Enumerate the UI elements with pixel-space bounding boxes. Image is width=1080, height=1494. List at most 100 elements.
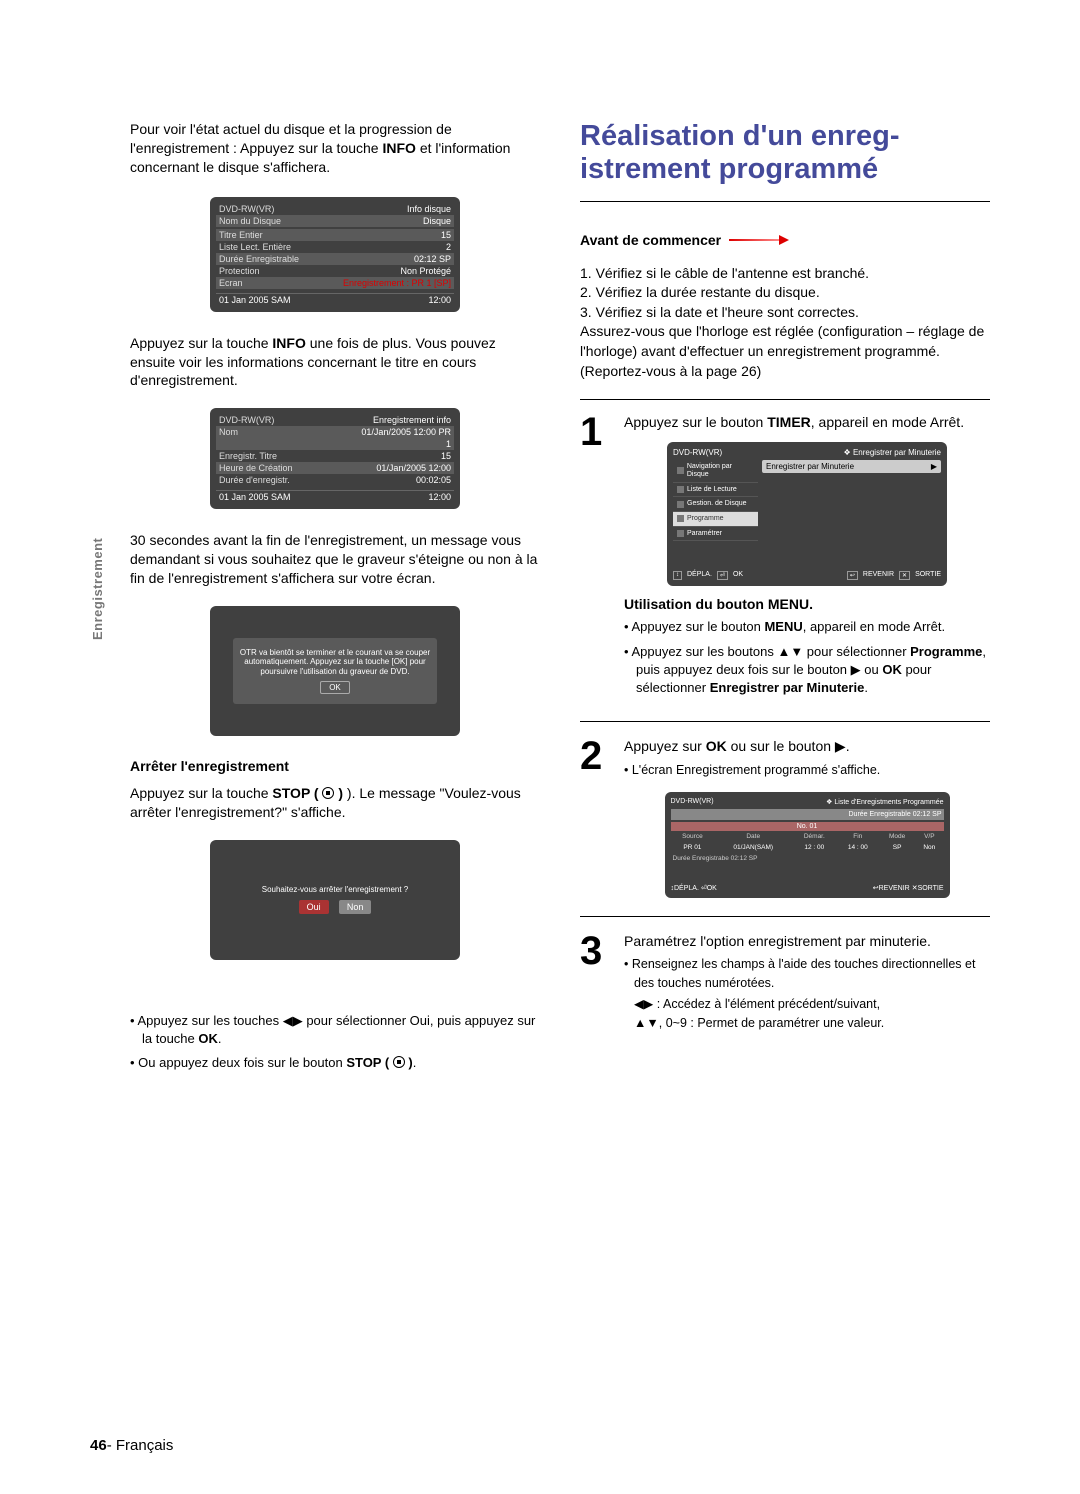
- check-tail: Assurez-vous que l'horloge est réglée (c…: [580, 322, 990, 381]
- osd-title: DVD-RW(VR): [219, 204, 274, 214]
- menu-bold: MENU: [764, 619, 802, 634]
- v: Enregistrement : PR 1 [SP]: [343, 278, 451, 288]
- bullet-1: Appuyez sur les touches ◀▶ pour sélectio…: [130, 1012, 540, 1048]
- v: Non Protégé: [400, 266, 451, 276]
- osd-time: 12:00: [428, 295, 451, 305]
- osd-title: DVD-RW(VR): [219, 415, 274, 425]
- t: Appuyez sur le bouton: [624, 414, 767, 430]
- avant-label: Avant de commencer: [580, 232, 721, 248]
- f: OK: [733, 571, 743, 580]
- f: REVENIR: [879, 885, 910, 892]
- td: Non: [915, 842, 943, 853]
- timer-bold: TIMER: [767, 414, 811, 430]
- step-3: 3 Paramétrez l'option enregistrement par…: [580, 933, 990, 1051]
- right-arrow-icon: ▶: [931, 462, 937, 471]
- osd-title: DVD-RW(VR): [673, 448, 722, 457]
- t: : Accédez à l'élément précédent/suivant,: [653, 997, 880, 1011]
- up-arrow-icon: ▲: [634, 1016, 646, 1030]
- right-arrow-icon: ▶: [835, 738, 846, 754]
- up-arrow-icon: ▲: [777, 644, 790, 659]
- osd-crumb: Liste d'Enregistments Programmée: [834, 799, 943, 806]
- down-arrow-icon: ▼: [790, 644, 803, 659]
- th: Démar.: [792, 831, 836, 842]
- side-item[interactable]: Navigation par Disque: [687, 463, 754, 478]
- otr-ok-button[interactable]: OK: [320, 681, 350, 695]
- osd-below: Durée Enregistrabe 02:12 SP: [671, 853, 944, 864]
- side-item[interactable]: Liste de Lecture: [687, 486, 737, 494]
- k: Heure de Création: [219, 463, 293, 473]
- stop-no-button[interactable]: Non: [339, 900, 372, 914]
- stop-icon: [393, 1056, 405, 1068]
- osd-disc-info: DVD-RW(VR)Info disque Nom du DisqueDisqu…: [210, 197, 460, 312]
- side-item[interactable]: Programme: [687, 515, 724, 523]
- f: DÉPLA.: [687, 571, 712, 580]
- td: 12 : 00: [792, 842, 836, 853]
- key-icon: ↕: [673, 571, 682, 580]
- left-column: Pour voir l'état actuel du disque et la …: [90, 120, 540, 1078]
- k: Enregistr. Titre: [219, 451, 277, 461]
- v: Disque: [423, 216, 451, 226]
- square-icon: [677, 530, 684, 537]
- page-title: Réalisation d'un enreg- istrement progra…: [580, 120, 990, 187]
- osd-selected-item[interactable]: Enregistrer par Minuterie ▶: [762, 460, 941, 473]
- f: DÉPLA.: [674, 885, 699, 892]
- menu-subhead: Utilisation du bouton MENU.: [624, 596, 990, 612]
- td: PR 01: [671, 842, 715, 853]
- t: , 0~9 : Permet de paramétrer une valeur.: [659, 1016, 884, 1030]
- schedule-table: Source Date Démar. Fin Mode V/P PR 01 01…: [671, 831, 944, 853]
- t: Appuyez sur les touches: [137, 1013, 282, 1028]
- osd-time: 12:00: [428, 492, 451, 502]
- k: Durée Enregistrable: [219, 254, 299, 264]
- osd-title: DVD-RW(VR): [671, 798, 714, 806]
- stop-bold: STOP (: [272, 785, 322, 801]
- th: Source: [671, 831, 715, 842]
- right-arrow-icon: ▶: [851, 662, 861, 677]
- t: pour sélectionner: [803, 644, 910, 659]
- page-number: 46- Français: [90, 1437, 173, 1454]
- td: SP: [879, 842, 915, 853]
- v: 1: [446, 439, 451, 449]
- side-item[interactable]: Gestion. de Disque: [687, 500, 747, 508]
- k: Nom: [219, 427, 238, 437]
- divider: [580, 399, 990, 400]
- left-arrow-icon: ◀: [634, 997, 644, 1011]
- osd-stop-confirm: Souhaitez-vous arrêter l'enregistrement …: [210, 840, 460, 960]
- side-item[interactable]: Paramétrer: [687, 530, 722, 538]
- menu-bullet-1: Appuyez sur le bouton MENU, appareil en …: [624, 618, 990, 636]
- v: 01/Jan/2005 12:00: [376, 463, 451, 473]
- info-bold: INFO: [272, 335, 305, 351]
- t: Enregistrer par Minuterie: [766, 462, 854, 471]
- t: .: [864, 680, 868, 695]
- v: 02:12 SP: [414, 254, 451, 264]
- stop-yes-button[interactable]: Oui: [299, 900, 329, 914]
- f: REVENIR: [863, 571, 894, 580]
- step3-sub2: ◀▶ : Accédez à l'élément précédent/suiva…: [624, 995, 990, 1014]
- osd-right-title: Info disque: [407, 204, 451, 214]
- step3-sub3: ▲▼, 0~9 : Permet de paramétrer une valeu…: [624, 1014, 990, 1033]
- page-label: - Français: [107, 1437, 174, 1454]
- right-arrow-icon: ▶: [644, 997, 654, 1011]
- k: Titre Entier: [219, 230, 263, 240]
- t: , appareil en mode Arrêt.: [811, 414, 964, 430]
- th: Date: [714, 831, 792, 842]
- key-icon: ⏎: [717, 571, 728, 580]
- td: 14 : 00: [837, 842, 880, 853]
- t: Appuyez sur: [624, 738, 706, 754]
- step3-text: Paramétrez l'option enregistrement par m…: [624, 933, 990, 949]
- bold: Enregistrer par Minuterie: [710, 680, 865, 695]
- k: Liste Lect. Entière: [219, 242, 291, 252]
- stop-para: Appuyez sur la touche STOP ( ) ). Le mes…: [130, 784, 540, 822]
- t: , appareil en mode Arrêt.: [803, 619, 945, 634]
- step-number: 3: [580, 933, 614, 1033]
- osd-schedule-list: DVD-RW(VR) ❖ Liste d'Enregistments Progr…: [665, 792, 950, 898]
- f: SORTIE: [915, 571, 941, 580]
- step-number: 1: [580, 414, 614, 703]
- stop-heading: Arrêter l'enregistrement: [130, 758, 540, 774]
- t: Ou appuyez deux fois sur le bouton: [138, 1055, 346, 1070]
- avant-row: Avant de commencer: [580, 232, 990, 248]
- osd-crumb: Enregistrer par Minuterie: [853, 448, 941, 457]
- osd-timer-menu: DVD-RW(VR) ❖ Enregistrer par Minuterie N…: [667, 442, 947, 586]
- stop-icon: [322, 787, 334, 799]
- t: Appuyez sur les boutons: [631, 644, 777, 659]
- page-num: 46: [90, 1437, 107, 1454]
